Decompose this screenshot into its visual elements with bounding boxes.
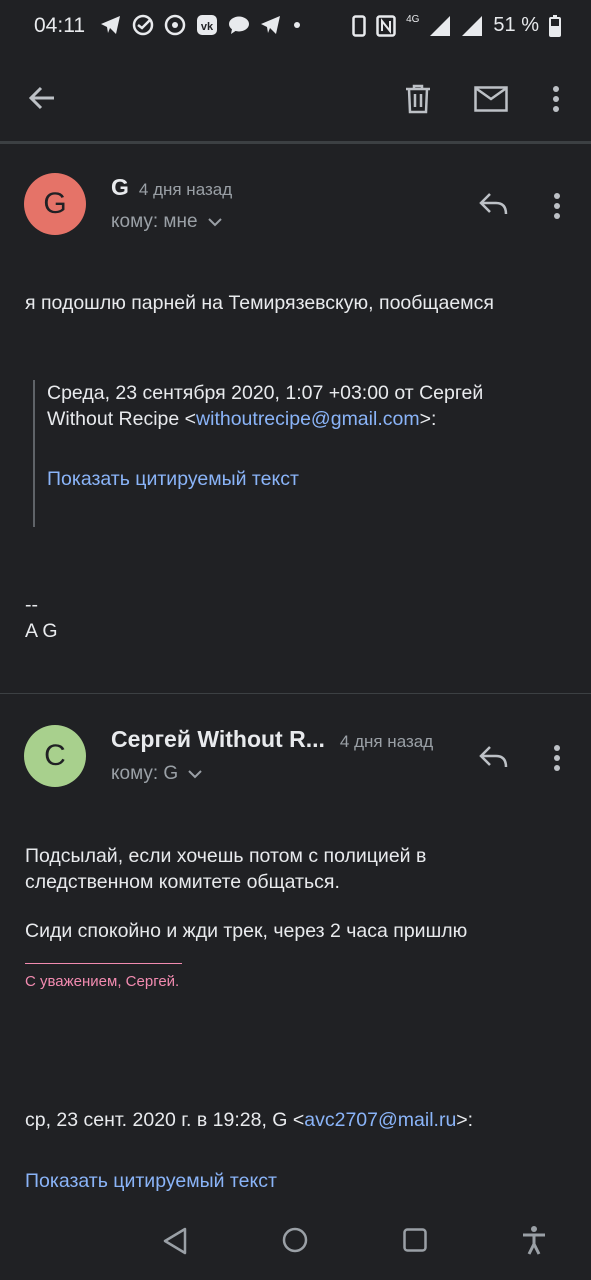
- recipient-label: кому: G: [111, 763, 179, 784]
- signal-icon-2: [461, 15, 483, 37]
- back-icon: [28, 86, 54, 110]
- network-label: 4G: [406, 14, 420, 25]
- delete-button[interactable]: [404, 84, 432, 114]
- nav-recents-icon: [403, 1228, 427, 1252]
- reply-header: ср, 23 сент. 2020 г. в 19:28, G <avc2707…: [25, 1107, 473, 1133]
- mark-unread-button[interactable]: [474, 86, 508, 112]
- navigation-bar: [0, 1198, 591, 1280]
- accessibility-icon: [523, 1226, 545, 1255]
- sender-name: Сергей Without R...: [111, 726, 325, 752]
- reply-email-link[interactable]: avc2707@mail.ru: [304, 1109, 456, 1131]
- signature-name: A G: [25, 620, 58, 642]
- status-right: 4G 51 %: [352, 14, 561, 37]
- nav-back-icon: [163, 1227, 187, 1255]
- telegram-icon-2: [260, 15, 282, 35]
- signature-text: С уважением, Сергей.: [25, 973, 180, 990]
- recipient-toggle[interactable]: кому: мне: [111, 211, 222, 233]
- nfc-icon: [376, 14, 396, 37]
- signature-dashes: --: [25, 594, 38, 616]
- reply-icon: [479, 746, 508, 768]
- telegram-icon: [100, 15, 122, 35]
- reply-button[interactable]: [478, 192, 508, 216]
- show-quoted-link[interactable]: Показать цитируемый текст: [47, 466, 299, 492]
- message-body: я подошлю парней на Темирязевскую, пообщ…: [25, 292, 494, 314]
- message-time: 4 дня назад: [339, 732, 434, 751]
- quote-header-post: >:: [419, 408, 437, 430]
- quote-header: Среда, 23 сентября 2020, 1:07 +03:00 от …: [47, 380, 547, 432]
- more-vert-icon: [553, 86, 559, 112]
- show-quoted-link-2[interactable]: Показать цитируемый текст: [25, 1168, 277, 1194]
- chat-icon: [228, 15, 250, 35]
- recipient-label: кому: мне: [111, 211, 198, 232]
- nav-back-button[interactable]: [162, 1227, 188, 1255]
- nav-home-icon: [282, 1227, 308, 1253]
- accessibility-button[interactable]: [521, 1225, 547, 1255]
- delete-icon: [406, 84, 430, 114]
- message-header-2: Сергей Without R... 4 дня назад: [111, 726, 433, 753]
- more-vert-icon: [554, 193, 560, 219]
- chevron-down-icon: [207, 218, 222, 227]
- sender-name: G: [111, 174, 129, 200]
- toolbar-divider: [0, 141, 591, 144]
- message-body-line3: Сиди спокойно и жди трек, через 2 часа п…: [25, 920, 468, 942]
- whatsapp-icon: [164, 14, 186, 36]
- dot-icon: [292, 20, 302, 30]
- notification-icons: vk: [100, 14, 302, 36]
- battery-icon: [549, 14, 561, 37]
- message-divider: [0, 693, 591, 694]
- reply-header-pre: ср, 23 сент. 2020 г. в 19:28, G <: [25, 1109, 305, 1131]
- svg-text:vk: vk: [201, 21, 214, 33]
- back-button[interactable]: [28, 84, 56, 112]
- vk-icon: vk: [196, 14, 218, 36]
- sender-avatar-2[interactable]: C: [24, 725, 86, 787]
- recipient-toggle-2[interactable]: кому: G: [111, 763, 202, 785]
- message-header: G 4 дня назад: [111, 174, 232, 201]
- message-body-line2: следственном комитете общаться.: [25, 871, 340, 893]
- reply-icon: [479, 193, 508, 215]
- mail-icon: [474, 86, 508, 112]
- signal-icon: [429, 15, 451, 37]
- more-button[interactable]: [552, 86, 560, 112]
- status-time: 04:11: [34, 14, 85, 37]
- signature-line: [25, 963, 182, 964]
- sberbank-icon: [132, 14, 154, 36]
- reply-header-post: >:: [456, 1109, 474, 1131]
- sender-avatar[interactable]: G: [24, 173, 86, 235]
- phone-icon: [352, 14, 366, 37]
- quote-email-link[interactable]: withoutrecipe@gmail.com: [196, 408, 420, 430]
- nav-recents-button[interactable]: [403, 1228, 427, 1252]
- quote-bar: [33, 380, 35, 527]
- chevron-down-icon: [188, 770, 202, 779]
- reply-button-2[interactable]: [478, 745, 508, 769]
- battery-text: 51 %: [493, 14, 539, 36]
- message-time: 4 дня назад: [138, 180, 233, 199]
- avatar-letter: C: [44, 739, 66, 772]
- more-vert-icon: [554, 745, 560, 771]
- avatar-letter: G: [43, 187, 67, 220]
- message-body-line1: Подсылай, если хочешь потом с полицией в: [25, 845, 427, 867]
- nav-home-button[interactable]: [282, 1227, 308, 1253]
- message-more-button[interactable]: [553, 193, 561, 219]
- message-more-button-2[interactable]: [553, 745, 561, 771]
